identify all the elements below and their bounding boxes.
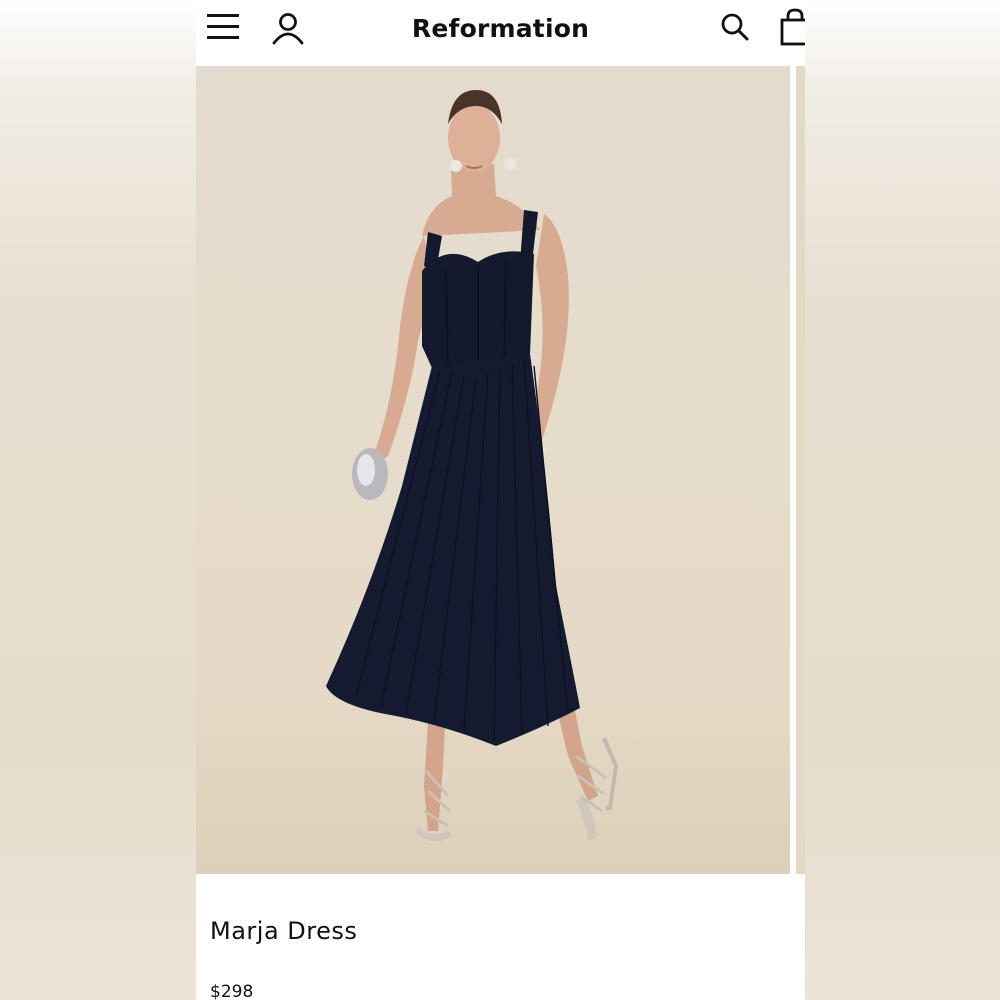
search-icon[interactable] — [720, 12, 750, 42]
product-name[interactable]: Marja Dress — [210, 917, 357, 945]
bag-icon[interactable] — [780, 8, 805, 46]
product-image-carousel[interactable] — [196, 66, 805, 874]
product-price: $298 — [210, 982, 254, 1000]
top-nav-bar: Reformation — [196, 0, 805, 66]
product-photo[interactable] — [196, 66, 790, 874]
brand-logo[interactable]: Reformation — [196, 14, 805, 43]
next-image-peek[interactable] — [796, 66, 805, 874]
app-screen: Reformation Marja Dress $298 — [196, 0, 805, 1000]
model-illustration — [326, 90, 619, 842]
